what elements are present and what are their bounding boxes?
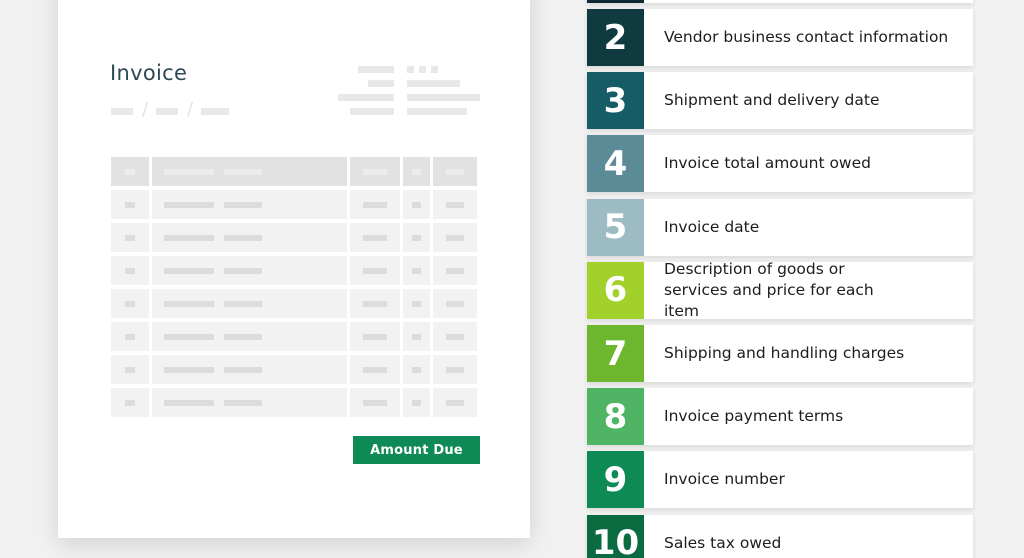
placeholder-address-line: [407, 66, 414, 73]
placeholder-address-line: [358, 66, 394, 73]
placeholder-address-line: [407, 108, 467, 115]
placeholder-address-line: [419, 66, 426, 73]
table-cell: [403, 190, 430, 219]
table-cell: [350, 190, 400, 219]
table-cell: [111, 322, 149, 351]
table-cell: [433, 190, 477, 219]
legend-item-2: 2 Vendor business contact information: [587, 9, 973, 66]
table-row: [111, 355, 480, 388]
placeholder-address-line: [350, 108, 394, 115]
table-cell: [350, 223, 400, 252]
legend-number-swatch: [587, 0, 644, 3]
legend-item-6: 6 Description of goods or services and pr…: [587, 259, 973, 320]
table-cell: [350, 289, 400, 318]
table-cell: [403, 223, 430, 252]
table-cell: [152, 322, 347, 351]
placeholder-slash: /: [142, 99, 149, 120]
table-cell: [403, 256, 430, 285]
legend-item-partial: [587, 0, 973, 3]
legend-number: 9: [587, 451, 644, 509]
legend-label: Shipping and handling charges: [664, 344, 905, 363]
table-cell: [350, 388, 400, 417]
legend-item-10: 10 Sales tax owed: [587, 514, 973, 558]
legend-number: 6: [587, 261, 644, 319]
legend-number: 5: [587, 198, 644, 256]
table-cell: [350, 322, 400, 351]
table-cell: [111, 256, 149, 285]
legend-label: Vendor business contact information: [664, 28, 949, 47]
legend-item-9: 9 Invoice number: [587, 451, 973, 509]
table-body: [111, 190, 480, 421]
invoice-line-items-table: [111, 157, 480, 421]
table-row: [111, 190, 480, 223]
legend-number: 7: [587, 325, 644, 382]
table-cell: [433, 322, 477, 351]
table-cell: [403, 388, 430, 417]
legend-number: 4: [587, 135, 644, 193]
legend-label: Description of goods or services and pri…: [664, 259, 874, 320]
legend-label: Invoice date: [664, 217, 760, 236]
placeholder-date-part: [111, 108, 133, 115]
legend-label: Invoice payment terms: [664, 407, 844, 426]
placeholder-slash: /: [187, 99, 194, 120]
table-header-cell: [433, 157, 477, 186]
legend-label: Invoice total amount owed: [664, 154, 871, 173]
table-header-row: [111, 157, 480, 190]
table-header-cell: [111, 157, 149, 186]
table-cell: [111, 223, 149, 252]
table-row: [111, 388, 480, 421]
table-row: [111, 256, 480, 289]
table-header-cell: [350, 157, 400, 186]
table-header-cell: [152, 157, 347, 186]
legend-number: 2: [587, 9, 644, 66]
placeholder-address-line: [407, 94, 480, 101]
table-cell: [152, 223, 347, 252]
table-cell: [403, 289, 430, 318]
table-row: [111, 223, 480, 256]
placeholder-address-line: [431, 66, 438, 73]
legend-item-4: 4 Invoice total amount owed: [587, 135, 973, 193]
table-cell: [111, 190, 149, 219]
table-cell: [111, 289, 149, 318]
invoice-title: Invoice: [110, 61, 188, 85]
table-cell: [152, 256, 347, 285]
table-cell: [433, 256, 477, 285]
legend-item-5: 5 Invoice date: [587, 198, 973, 256]
placeholder-date-part: [201, 108, 229, 115]
legend-item-3: 3 Shipment and delivery date: [587, 72, 973, 130]
legend-item-7: 7 Shipping and handling charges: [587, 325, 973, 382]
table-cell: [111, 388, 149, 417]
table-cell: [152, 289, 347, 318]
table-cell: [152, 190, 347, 219]
placeholder-address-line: [338, 94, 394, 101]
placeholder-address-line: [407, 80, 460, 87]
legend-number: 3: [587, 72, 644, 130]
table-cell: [111, 355, 149, 384]
amount-due-label: Amount Due: [353, 436, 480, 464]
table-cell: [433, 223, 477, 252]
table-cell: [433, 388, 477, 417]
table-cell: [152, 388, 347, 417]
table-cell: [403, 322, 430, 351]
legend-item-8: 8 Invoice payment terms: [587, 388, 973, 446]
table-row: [111, 322, 480, 355]
legend-number: 10: [587, 514, 644, 558]
legend-label: Sales tax owed: [664, 533, 782, 552]
table-cell: [152, 355, 347, 384]
legend-number: 8: [587, 388, 644, 446]
table-cell: [350, 355, 400, 384]
placeholder-address-line: [368, 80, 394, 87]
legend-label: Invoice number: [664, 470, 785, 489]
placeholder-date-part: [156, 108, 178, 115]
table-row: [111, 289, 480, 322]
invoice-components-legend: 2 Vendor business contact information 3 Shi…: [587, 0, 973, 558]
table-cell: [350, 256, 400, 285]
table-cell: [403, 355, 430, 384]
table-cell: [433, 355, 477, 384]
table-cell: [433, 289, 477, 318]
table-header-cell: [403, 157, 430, 186]
legend-label: Shipment and delivery date: [664, 91, 880, 110]
invoice-card: Invoice / / Amount Due: [58, 0, 530, 538]
